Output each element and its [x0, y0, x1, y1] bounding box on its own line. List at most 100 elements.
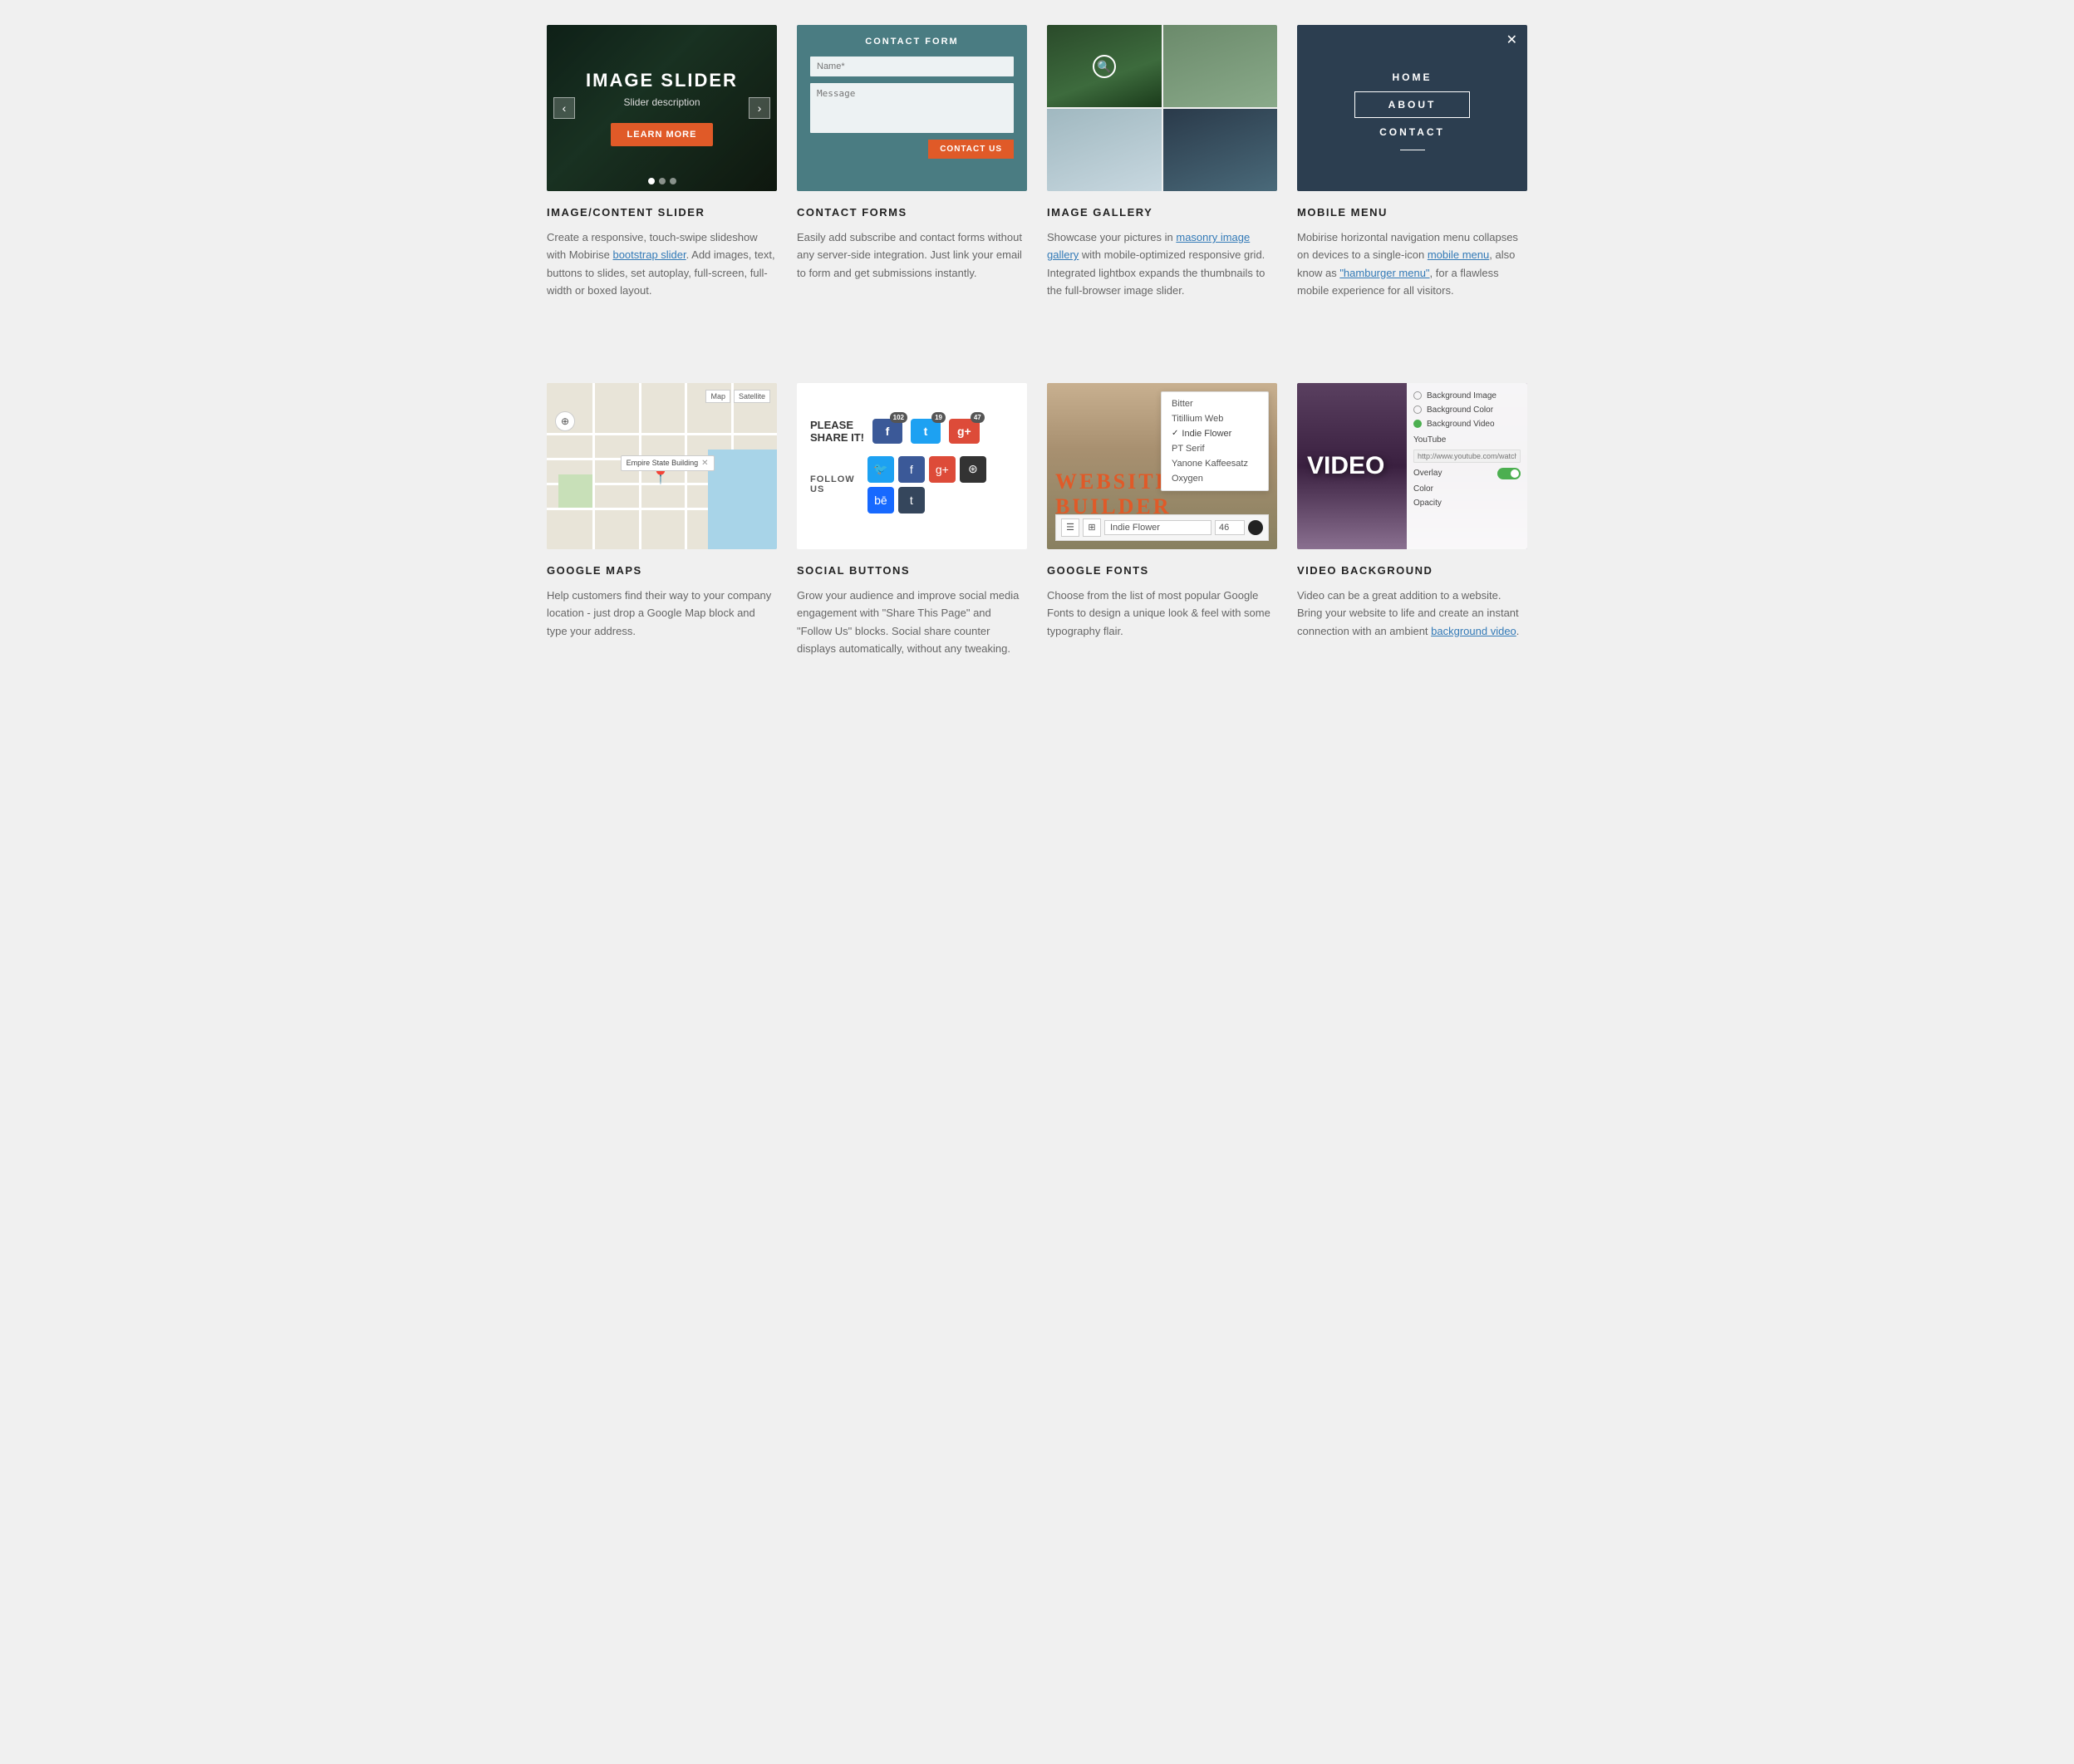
- map-map-button[interactable]: Map: [705, 390, 730, 403]
- hamburger-menu-link[interactable]: "hamburger menu": [1339, 267, 1429, 279]
- bg-color-radio[interactable]: [1413, 405, 1422, 414]
- video-text-overlay: VIDEO: [1307, 454, 1384, 479]
- menu-item-contact[interactable]: CONTACT: [1297, 118, 1527, 146]
- maps-preview: Map Satellite ⊕ 📍 Empire State Building …: [547, 383, 777, 549]
- twitter-follow-icon: 🐦: [873, 462, 887, 476]
- font-option-oxygen[interactable]: Oxygen: [1168, 472, 1261, 485]
- toolbar-font-name[interactable]: Indie Flower: [1104, 520, 1211, 535]
- card-desc: Create a responsive, touch-swipe slidesh…: [547, 228, 777, 300]
- contact-submit-button[interactable]: CONTACT US: [928, 140, 1014, 159]
- close-icon[interactable]: ✕: [1506, 32, 1517, 48]
- twitter-count: 19: [931, 412, 946, 423]
- color-row: Color: [1413, 484, 1521, 494]
- googleplus-share-button[interactable]: g+ 47: [949, 419, 980, 444]
- twitter-follow-button[interactable]: 🐦: [867, 456, 894, 483]
- behance-follow-button[interactable]: bē: [867, 487, 894, 513]
- card-title: SOCIAL BUTTONS: [797, 564, 1027, 577]
- slider-dot-1[interactable]: [648, 178, 655, 184]
- slider-prev-button[interactable]: ‹: [553, 97, 575, 119]
- font-option-bitter[interactable]: Bitter: [1168, 397, 1261, 410]
- slider-next-button[interactable]: ›: [749, 97, 770, 119]
- card-title: GOOGLE MAPS: [547, 564, 777, 577]
- bg-color-label: Background Color: [1427, 405, 1493, 415]
- font-dropdown: Bitter Titillium Web Indie Flower PT Ser…: [1161, 391, 1269, 491]
- tumblr-follow-button[interactable]: t: [898, 487, 925, 513]
- bg-video-radio[interactable]: [1413, 420, 1422, 428]
- slider-dot-3[interactable]: [670, 178, 676, 184]
- contact-message-input[interactable]: [810, 83, 1014, 133]
- card-desc: Mobirise horizontal navigation menu coll…: [1297, 228, 1527, 300]
- slider-dot-2[interactable]: [659, 178, 666, 184]
- video-big-text: VIDEO: [1307, 454, 1384, 479]
- facebook-follow-button[interactable]: f: [898, 456, 925, 483]
- card-title: VIDEO BACKGROUND: [1297, 564, 1527, 577]
- card-desc: Showcase your pictures in masonry image …: [1047, 228, 1277, 300]
- card-desc: Easily add subscribe and contact forms w…: [797, 228, 1027, 282]
- slider-dots: [648, 178, 676, 184]
- font-option-yanone[interactable]: Yanone Kaffeesatz: [1168, 457, 1261, 470]
- slider-preview-title: IMAGE SLIDER: [586, 70, 738, 91]
- googleplus-follow-icon: g+: [936, 463, 949, 476]
- card-title: MOBILE MENU: [1297, 206, 1527, 219]
- panel-option-bg-video: Background Video: [1413, 420, 1521, 429]
- menu-item-home[interactable]: HOME: [1297, 63, 1527, 91]
- bootstrap-slider-link[interactable]: bootstrap slider: [612, 248, 686, 261]
- card-social-buttons: PLEASESHARE IT! f 102 t 19 g+ 47 FOLLOW …: [797, 383, 1027, 658]
- slider-preview: ‹ IMAGE SLIDER Slider description LEARN …: [547, 25, 777, 191]
- overlay-row: Overlay: [1413, 468, 1521, 479]
- contact-name-input[interactable]: [810, 57, 1014, 76]
- card-title: IMAGE GALLERY: [1047, 206, 1277, 219]
- card-mobile-menu: ✕ HOME ABOUT CONTACT MOBILE MENU Mobiris…: [1297, 25, 1527, 300]
- slider-learn-more-button[interactable]: LEARN MORE: [611, 123, 714, 146]
- map-tooltip-text: Empire State Building: [627, 459, 699, 467]
- youtube-url-input[interactable]: [1413, 450, 1521, 463]
- googleplus-count: 47: [971, 412, 985, 423]
- twitter-icon: t: [924, 425, 928, 438]
- contact-preview: CONTACT FORM CONTACT US: [797, 25, 1027, 191]
- toolbar-align-icon[interactable]: ☰: [1061, 518, 1079, 537]
- toolbar-color-swatch[interactable]: [1248, 520, 1263, 535]
- map-background: Map Satellite ⊕ 📍 Empire State Building …: [547, 383, 777, 549]
- menu-item-about[interactable]: ABOUT: [1354, 91, 1471, 118]
- font-option-indie[interactable]: Indie Flower: [1168, 427, 1261, 440]
- feature-grid-row1: ‹ IMAGE SLIDER Slider description LEARN …: [547, 25, 1527, 300]
- mobile-menu-link[interactable]: mobile menu: [1428, 248, 1489, 261]
- card-video-background: VIDEO Background Image Background Color …: [1297, 383, 1527, 658]
- font-option-titillium[interactable]: Titillium Web: [1168, 412, 1261, 425]
- toolbar-grid-icon[interactable]: ⊞: [1083, 518, 1101, 537]
- font-option-ptserif[interactable]: PT Serif: [1168, 442, 1261, 455]
- bg-video-link[interactable]: background video: [1431, 625, 1516, 637]
- toolbar-font-size[interactable]: 46: [1215, 520, 1245, 535]
- facebook-follow-icon: f: [910, 463, 913, 476]
- map-satellite-button[interactable]: Satellite: [734, 390, 770, 403]
- gallery-cell-3: [1047, 109, 1162, 191]
- share-text: PLEASESHARE IT!: [810, 419, 864, 445]
- map-tooltip-close-icon[interactable]: ✕: [701, 459, 708, 468]
- behance-follow-icon: bē: [874, 494, 887, 507]
- youtube-label: YouTube: [1413, 435, 1521, 445]
- gallery-cell-2: [1163, 25, 1278, 107]
- googleplus-icon: g+: [957, 425, 971, 438]
- opacity-label: Opacity: [1413, 499, 1442, 508]
- card-desc: Video can be a great addition to a websi…: [1297, 587, 1527, 640]
- color-label: Color: [1413, 484, 1433, 494]
- panel-option-bg-image: Background Image: [1413, 391, 1521, 400]
- panel-option-bg-color: Background Color: [1413, 405, 1521, 415]
- card-desc: Choose from the list of most popular Goo…: [1047, 587, 1277, 640]
- github-follow-button[interactable]: ⊛: [960, 456, 986, 483]
- googleplus-follow-button[interactable]: g+: [929, 456, 956, 483]
- video-settings-panel: Background Image Background Color Backgr…: [1407, 383, 1527, 549]
- bg-image-radio[interactable]: [1413, 391, 1422, 400]
- card-desc: Help customers find their way to your co…: [547, 587, 777, 640]
- overlay-toggle[interactable]: [1497, 468, 1521, 479]
- fonts-preview: Bitter Titillium Web Indie Flower PT Ser…: [1047, 383, 1277, 549]
- share-row: PLEASESHARE IT! f 102 t 19 g+ 47: [810, 419, 1014, 445]
- fonts-toolbar: ☰ ⊞ Indie Flower 46: [1055, 514, 1269, 541]
- video-preview: VIDEO Background Image Background Color …: [1297, 383, 1527, 549]
- bg-image-label: Background Image: [1427, 391, 1497, 400]
- tumblr-follow-icon: t: [910, 494, 913, 507]
- gallery-search-icon: 🔍: [1093, 55, 1116, 78]
- twitter-share-button[interactable]: t 19: [911, 419, 941, 444]
- map-compass-icon[interactable]: ⊕: [555, 411, 575, 431]
- facebook-share-button[interactable]: f 102: [872, 419, 902, 444]
